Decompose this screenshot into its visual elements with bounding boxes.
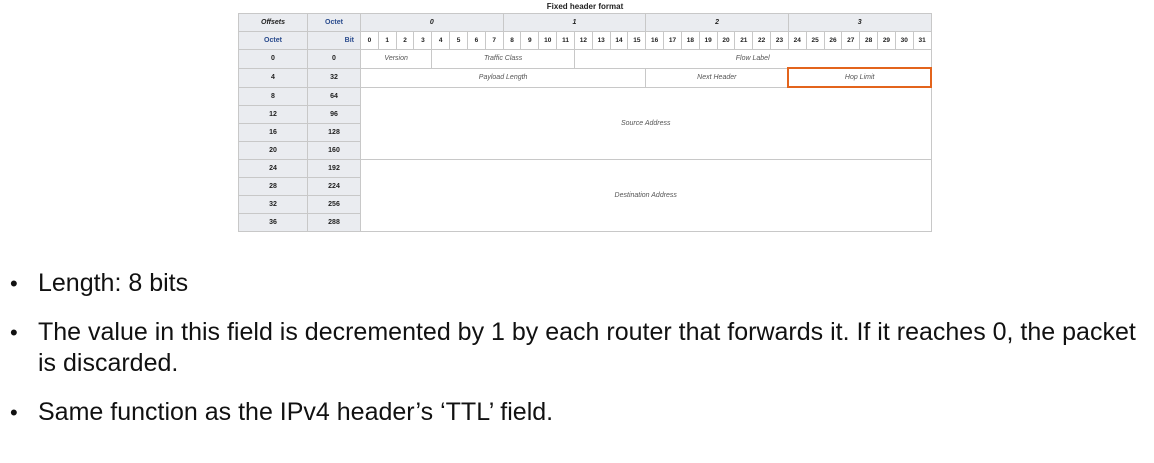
row-bit: 288 xyxy=(307,212,361,232)
bit-number-cell: 12 xyxy=(573,31,593,50)
octet-label: Octet xyxy=(238,31,308,50)
row-octet: 0 xyxy=(238,49,308,69)
bit-number-cell: 21 xyxy=(734,31,754,50)
bit-number-cell: 31 xyxy=(912,31,932,50)
bullet-list: • Length: 8 bits • The value in this field… xyxy=(0,268,1154,446)
row-octet: 12 xyxy=(238,104,308,124)
bit-number-cell: 1 xyxy=(377,31,397,50)
row-octet: 24 xyxy=(238,158,308,178)
bit-number-cell: 6 xyxy=(466,31,486,50)
bit-number-cell: 13 xyxy=(591,31,611,50)
bullet-dot-icon: • xyxy=(10,400,18,425)
bit-number-cell: 7 xyxy=(484,31,504,50)
next-header-field: Next Header xyxy=(645,67,789,88)
table-row: 4 32 Payload Length Next Header Hop Limi… xyxy=(238,67,932,88)
row-bit: 128 xyxy=(307,122,361,142)
row-bit: 64 xyxy=(307,86,361,106)
version-field: Version xyxy=(359,49,433,69)
bit-number-cell: 23 xyxy=(770,31,789,50)
bit-number-cell: 20 xyxy=(716,31,736,50)
source-address-field: Source Address xyxy=(360,86,932,160)
octet-col-0: 0 xyxy=(360,13,504,32)
table-row: 8 64 Source Address xyxy=(238,86,932,160)
row-bit: 160 xyxy=(307,140,361,160)
header-row-bits: Octet Bit 0 1 2 3 4 5 6 7 8 9 10 11 12 13 14 15 16 17 18 19… xyxy=(238,31,932,50)
ipv6-header-table: Offsets Octet 0 1 2 3 Octet Bit 01234567… xyxy=(238,13,932,232)
octet-col-2: 2 xyxy=(645,13,789,32)
bit-number-cell: 26 xyxy=(823,31,843,50)
bit-number-cell: 4 xyxy=(431,31,451,50)
bit-number-cell: 29 xyxy=(877,31,896,50)
row-bit: 96 xyxy=(307,104,361,124)
bit-number-cell: 11 xyxy=(556,31,575,50)
bit-number-cell: 15 xyxy=(627,31,647,50)
bullet-text: The value in this field is decremented b… xyxy=(38,318,1136,377)
octet-col-3: 3 xyxy=(787,13,932,32)
row-octet: 32 xyxy=(238,194,308,214)
bit-number-cell: 10 xyxy=(538,31,558,50)
table-caption: Fixed header format xyxy=(546,2,624,11)
row-bit: 224 xyxy=(307,176,361,196)
bit-number-cell: 19 xyxy=(698,31,718,50)
bullet-dot-icon: • xyxy=(10,320,18,345)
bit-number-cell: 28 xyxy=(859,31,879,50)
bit-number-cell: 24 xyxy=(787,31,807,50)
hop-limit-field: Hop Limit xyxy=(787,67,932,88)
row-bit: 0 xyxy=(307,49,361,69)
flow-label-field: Flow Label xyxy=(573,49,932,69)
bullet-text: Same function as the IPv4 header’s ‘TTL’… xyxy=(38,398,554,426)
row-octet: 4 xyxy=(238,67,308,88)
bit-number-cell: 14 xyxy=(609,31,629,50)
bit-number-cell: 27 xyxy=(841,31,861,50)
row-octet: 20 xyxy=(238,140,308,160)
table-row: 0 0 Version Traffic Class Flow Label xyxy=(238,49,932,69)
row-bit: 192 xyxy=(307,158,361,178)
bit-number-cell: 8 xyxy=(502,31,522,50)
octet-header: Octet xyxy=(307,13,361,32)
payload-length-field: Payload Length xyxy=(359,67,647,88)
bit-number-cell: 9 xyxy=(520,31,540,50)
bit-number-cell: 0 xyxy=(360,31,379,50)
bullet-item: • The value in this field is decremented … xyxy=(0,317,1154,379)
header-row-octets: Offsets Octet 0 1 2 3 xyxy=(238,13,932,32)
offsets-header: Offsets xyxy=(238,13,308,32)
row-octet: 16 xyxy=(238,122,308,142)
bit-number-cell: 22 xyxy=(752,31,772,50)
bullet-dot-icon: • xyxy=(10,271,18,296)
bullet-item: • Length: 8 bits xyxy=(0,268,1154,299)
row-octet: 36 xyxy=(238,212,308,232)
destination-address-field: Destination Address xyxy=(360,158,932,232)
bit-number-cell: 5 xyxy=(449,31,468,50)
bit-label: Bit xyxy=(307,31,361,50)
octet-col-1: 1 xyxy=(502,13,647,32)
bit-number-cell: 17 xyxy=(663,31,682,50)
bit-number-cell: 2 xyxy=(395,31,415,50)
row-bit: 256 xyxy=(307,194,361,214)
bullet-text: Length: 8 bits xyxy=(38,269,189,297)
row-bit: 32 xyxy=(307,67,361,88)
bit-number-cell: 25 xyxy=(805,31,825,50)
bullet-item: • Same function as the IPv4 header’s ‘TTL… xyxy=(0,397,1154,428)
bit-number-cell: 3 xyxy=(413,31,433,50)
table-row: 24 192 Destination Address xyxy=(238,158,932,232)
bit-number-cell: 30 xyxy=(894,31,914,50)
bit-number-cell: 18 xyxy=(680,31,700,50)
row-octet: 8 xyxy=(238,86,308,106)
traffic-class-field: Traffic Class xyxy=(431,49,575,69)
bit-number-cell: 16 xyxy=(645,31,665,50)
row-octet: 28 xyxy=(238,176,308,196)
